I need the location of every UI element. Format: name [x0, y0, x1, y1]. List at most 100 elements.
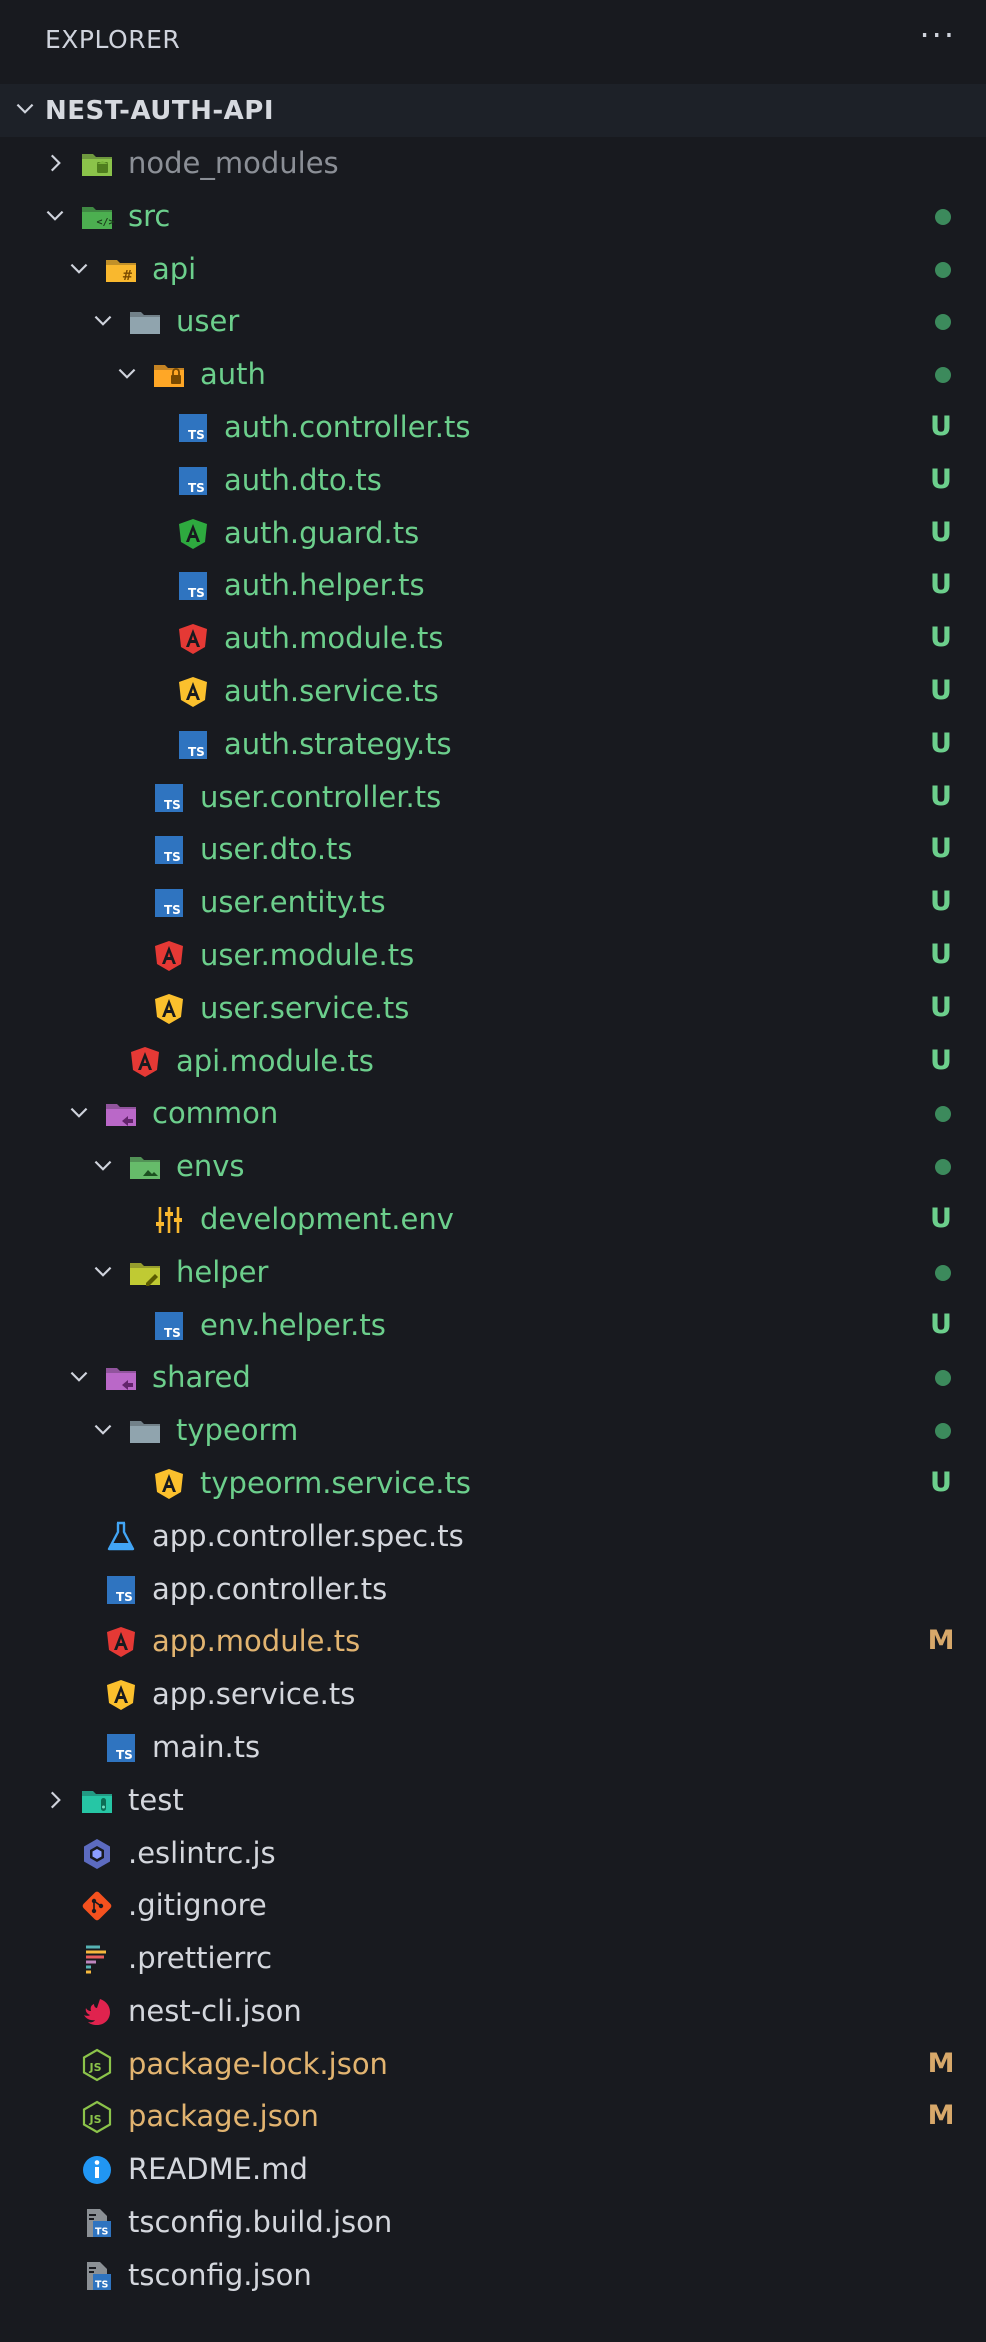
- helper-folder-icon: [128, 1256, 162, 1290]
- chevron-down-icon[interactable]: [114, 361, 140, 387]
- tree-item-label: api: [152, 251, 197, 286]
- folder-api[interactable]: # api: [0, 243, 986, 296]
- node-modules-folder-icon: [80, 147, 114, 181]
- file-api-module-ts[interactable]: api.module.ts U: [0, 1035, 986, 1088]
- git-untracked-badge: U: [930, 727, 952, 759]
- tree-item-label: app.service.ts: [152, 1677, 356, 1712]
- chevron-down-icon[interactable]: [90, 1153, 116, 1179]
- file-user-entity-ts[interactable]: TS user.entity.ts U: [0, 876, 986, 929]
- svg-text:TS: TS: [116, 1748, 133, 1762]
- file-prettierrc[interactable]: .prettierrc: [0, 1932, 986, 1985]
- test-folder-icon: [80, 1784, 114, 1818]
- chevron-down-icon[interactable]: [90, 308, 116, 334]
- svg-text:TS: TS: [164, 850, 181, 864]
- file-auth-helper-ts[interactable]: TS auth.helper.ts U: [0, 559, 986, 612]
- chevron-right-icon[interactable]: [42, 150, 68, 176]
- ts-icon: TS: [152, 1309, 186, 1343]
- git-untracked-badge: U: [930, 622, 952, 654]
- folder-envs[interactable]: envs: [0, 1140, 986, 1193]
- git-untracked-badge: U: [930, 780, 952, 812]
- file-gitignore[interactable]: .gitignore: [0, 1879, 986, 1932]
- svg-text:TS: TS: [95, 2227, 108, 2238]
- tree-item-label: common: [152, 1096, 279, 1131]
- tree-item-label: tsconfig.json: [128, 2257, 312, 2292]
- chevron-down-icon[interactable]: [66, 256, 92, 282]
- angular-service-icon: [104, 1678, 138, 1712]
- tree-item-label: envs: [176, 1149, 245, 1184]
- tree-item-label: test: [128, 1782, 184, 1817]
- svg-text:TS: TS: [188, 586, 205, 600]
- modified-contents-dot: [935, 1264, 951, 1281]
- folder-shared[interactable]: shared: [0, 1351, 986, 1404]
- file-user-service-ts[interactable]: user.service.ts U: [0, 982, 986, 1035]
- folder-helper[interactable]: helper: [0, 1246, 986, 1299]
- ts-icon: TS: [176, 411, 210, 445]
- tree-item-label: typeorm: [176, 1413, 299, 1448]
- file-tsconfig-json[interactable]: TS tsconfig.json: [0, 2249, 986, 2302]
- tree-item-label: auth.module.ts: [224, 621, 444, 656]
- chevron-right-icon[interactable]: [42, 1787, 68, 1813]
- file-typeorm-service-ts[interactable]: typeorm.service.ts U: [0, 1457, 986, 1510]
- file-main-ts[interactable]: TS main.ts: [0, 1721, 986, 1774]
- chevron-down-icon[interactable]: [90, 1259, 116, 1285]
- angular-module-icon: [104, 1625, 138, 1659]
- file-env-helper-ts[interactable]: TS env.helper.ts U: [0, 1299, 986, 1352]
- angular-service-icon: [152, 1467, 186, 1501]
- project-section-header[interactable]: NEST-AUTH-API: [0, 84, 986, 137]
- src-folder-icon: </>: [80, 200, 115, 234]
- folder-test[interactable]: test: [0, 1774, 986, 1827]
- file-package-lock-json[interactable]: JS package-lock.json M: [0, 2038, 986, 2091]
- svg-text:</>: </>: [97, 217, 115, 228]
- modified-contents-dot: [935, 1159, 951, 1176]
- folder-common[interactable]: common: [0, 1087, 986, 1140]
- nestjs-icon: [80, 1995, 114, 2029]
- file-eslintrc-js[interactable]: .eslintrc.js: [0, 1827, 986, 1880]
- svg-text:#: #: [122, 269, 133, 284]
- nodejs-icon: JS: [80, 2100, 114, 2134]
- file-user-controller-ts[interactable]: TS user.controller.ts U: [0, 771, 986, 824]
- chevron-down-icon[interactable]: [90, 1417, 116, 1443]
- ts-icon: TS: [176, 464, 210, 498]
- file-auth-guard-ts[interactable]: auth.guard.ts U: [0, 507, 986, 560]
- file-readme-md[interactable]: README.md: [0, 2143, 986, 2196]
- folder-src[interactable]: </> src: [0, 190, 986, 243]
- file-app-controller-ts[interactable]: TS app.controller.ts: [0, 1563, 986, 1616]
- auth-folder-icon: [152, 358, 186, 392]
- file-app-module-ts[interactable]: app.module.ts M: [0, 1615, 986, 1668]
- file-tree: node_modules </> src # api user auth TS auth.con…: [0, 137, 986, 2302]
- file-auth-controller-ts[interactable]: TS auth.controller.ts U: [0, 401, 986, 454]
- file-auth-dto-ts[interactable]: TS auth.dto.ts U: [0, 454, 986, 507]
- modified-contents-dot: [935, 1106, 951, 1123]
- file-nest-cli-json[interactable]: nest-cli.json: [0, 1985, 986, 2038]
- ts-icon: TS: [176, 569, 210, 603]
- file-app-controller-spec-ts[interactable]: app.controller.spec.ts: [0, 1510, 986, 1563]
- file-package-json[interactable]: JS package.json M: [0, 2090, 986, 2143]
- chevron-down-icon[interactable]: [66, 1364, 92, 1390]
- file-user-dto-ts[interactable]: TS user.dto.ts U: [0, 823, 986, 876]
- file-auth-service-ts[interactable]: auth.service.ts U: [0, 665, 986, 718]
- file-user-module-ts[interactable]: user.module.ts U: [0, 929, 986, 982]
- angular-service-icon: [176, 675, 210, 709]
- svg-text:TS: TS: [164, 903, 181, 917]
- file-development-env[interactable]: development.env U: [0, 1193, 986, 1246]
- folder-user[interactable]: user: [0, 295, 986, 348]
- ts-icon: TS: [152, 833, 186, 867]
- ts-icon: TS: [176, 728, 210, 762]
- api-folder-icon: #: [104, 253, 138, 287]
- angular-service-icon: [152, 992, 186, 1026]
- chevron-down-icon: [16, 103, 34, 114]
- file-tsconfig-build-json[interactable]: TS tsconfig.build.json: [0, 2196, 986, 2249]
- git-untracked-badge: U: [930, 569, 952, 601]
- svg-text:JS: JS: [89, 2061, 102, 2074]
- file-app-service-ts[interactable]: app.service.ts: [0, 1668, 986, 1721]
- tree-item-label: package.json: [128, 2099, 319, 2134]
- folder-auth[interactable]: auth: [0, 348, 986, 401]
- more-actions-icon[interactable]: ···: [919, 16, 956, 54]
- file-auth-strategy-ts[interactable]: TS auth.strategy.ts U: [0, 718, 986, 771]
- chevron-down-icon[interactable]: [42, 203, 68, 229]
- env-settings-icon: [152, 1203, 186, 1237]
- chevron-down-icon[interactable]: [66, 1100, 92, 1126]
- folder-typeorm[interactable]: typeorm: [0, 1404, 986, 1457]
- folder-node-modules[interactable]: node_modules: [0, 137, 986, 190]
- file-auth-module-ts[interactable]: auth.module.ts U: [0, 612, 986, 665]
